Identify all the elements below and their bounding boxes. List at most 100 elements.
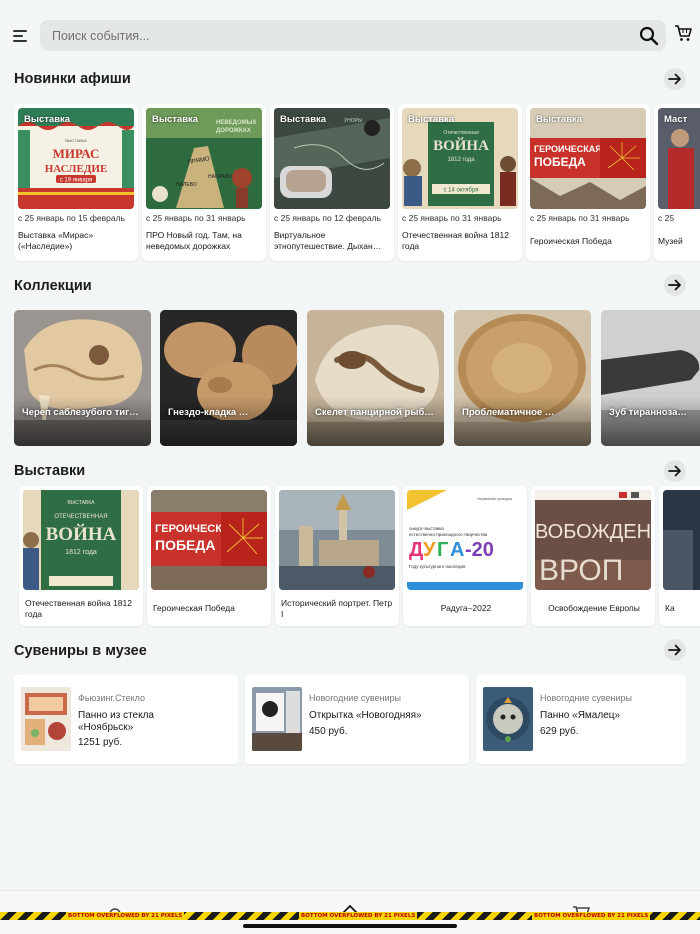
section-title-afisha: Новинки афиши xyxy=(14,71,131,87)
souvenir-name: Открытка «Новогодняя» xyxy=(309,710,422,721)
svg-text:1812 года: 1812 года xyxy=(447,157,475,163)
svg-text:ВОЙНА: ВОЙНА xyxy=(46,523,117,545)
event-card[interactable]: НЕВЕДОМЫХ ДОРОЖКАХ ПРЯМО НАЛЕВО НАПРАВО … xyxy=(142,104,266,261)
event-date: с 25 январь по 31 январь xyxy=(146,213,246,223)
exhibition-title: Исторический портрет. Петр I xyxy=(281,598,393,619)
event-badge: Выставка xyxy=(24,114,71,125)
event-card[interactable]: ВЫСТАВКА МИРАС НАСЛЕДИЕ с 19 января Выст… xyxy=(14,104,138,261)
event-card[interactable]: Отечественная ВОЙНА 1812 года с 14 октяб… xyxy=(398,104,522,261)
exhibition-card[interactable]: ВОБОЖДЕН ВРОП Освобождение Европы xyxy=(531,486,655,626)
event-poster: Отечественная ВОЙНА 1812 года с 14 октяб… xyxy=(402,108,518,209)
collections-carousel[interactable]: Череп саблезубого тиг… Гнездо-кладка … С… xyxy=(0,310,700,448)
event-poster: УНОРЫ Выставка xyxy=(274,108,390,209)
afisha-carousel[interactable]: ВЫСТАВКА МИРАС НАСЛЕДИЕ с 19 января Выст… xyxy=(0,104,700,264)
afisha-more-button[interactable] xyxy=(664,68,686,90)
exhibitions-carousel[interactable]: ВЫСТАВКА ОТЕЧЕСТВЕННАЯ ВОЙНА 1812 года О… xyxy=(0,486,700,628)
souvenir-name: Панно из стекла «Ноябрьск» xyxy=(78,710,154,733)
status-bar xyxy=(0,0,700,14)
event-badge: Выставка xyxy=(152,114,199,125)
event-date: с 25 январь по 31 январь xyxy=(530,213,630,223)
souvenir-card[interactable]: Новогодние сувениры Панно «Ямалец» 629 р… xyxy=(476,675,686,764)
exhibition-title: Героическая Победа xyxy=(153,603,235,613)
svg-text:ПОБЕДА: ПОБЕДА xyxy=(155,537,215,553)
event-date: с 25 январь по 12 февраль xyxy=(274,213,381,223)
search-bar xyxy=(40,20,666,51)
svg-text:НАЛЕВО: НАЛЕВО xyxy=(176,182,197,188)
exhibition-card[interactable]: Исторический портрет. Петр I xyxy=(275,486,399,626)
event-card[interactable]: УНОРЫ Выставка с 25 январь по 12 февраль… xyxy=(270,104,394,261)
cart-icon[interactable] xyxy=(674,24,692,42)
svg-text:Году культурного наследия: Году культурного наследия xyxy=(409,564,466,569)
overflow-warning-text: BOTTOM OVERFLOWED BY 21 PIXELS xyxy=(66,912,185,920)
svg-text:НЕВЕДОМЫХ: НЕВЕДОМЫХ xyxy=(216,120,257,126)
search-input[interactable] xyxy=(52,20,612,51)
menu-icon[interactable] xyxy=(10,25,32,47)
exhibition-card[interactable]: ГЕРОИЧЕСКАЯ ПОБЕДА Героическая Победа xyxy=(147,486,271,626)
souvenirs-more-button[interactable] xyxy=(664,639,686,661)
svg-text:ВЫСТАВКА: ВЫСТАВКА xyxy=(65,138,87,143)
svg-text:ВОЙНА: ВОЙНА xyxy=(433,137,489,154)
exhibition-title: Освобождение Европы xyxy=(548,603,640,613)
svg-text:ДОРОЖКАХ: ДОРОЖКАХ xyxy=(216,128,251,134)
svg-text:Г: Г xyxy=(437,539,448,561)
event-badge: Маст xyxy=(664,114,688,125)
event-title: Героическая Победа xyxy=(530,236,612,246)
exhibition-poster xyxy=(279,490,395,590)
souvenir-price: 1251 руб. xyxy=(78,737,123,748)
event-card[interactable]: ГЕРОИЧЕСКАЯ ПОБЕДА Выставка с 25 январь … xyxy=(526,104,650,261)
arrow-right-icon xyxy=(668,73,681,85)
exhibition-poster: ВОБОЖДЕН ВРОП xyxy=(535,490,651,590)
collection-card[interactable]: Проблематичное … xyxy=(454,310,591,446)
event-title: ПРО Новый год. Там, на неведомых дорожка… xyxy=(146,230,242,251)
collection-card[interactable]: Скелет панцирной рыб… xyxy=(307,310,444,446)
exhibition-poster: Управление культуры онкурс-выставка есте… xyxy=(407,490,523,590)
arrow-right-icon xyxy=(668,465,681,477)
section-title-souvenirs: Сувениры в музее xyxy=(14,643,147,659)
collection-label: Скелет панцирной рыб… xyxy=(315,407,434,418)
svg-text:Отечественная: Отечественная xyxy=(443,130,479,136)
exhibition-poster xyxy=(663,490,700,590)
svg-text:У: У xyxy=(423,539,436,561)
souvenir-card[interactable]: Фьюзинг.Стекло Панно из стекла «Ноябрьск… xyxy=(14,675,238,764)
svg-text:Д: Д xyxy=(409,539,423,561)
svg-text:естественно-прикладного творче: естественно-прикладного творчества xyxy=(409,532,488,537)
event-date: с 25 xyxy=(658,213,675,223)
souvenir-name: Панно «Ямалец» xyxy=(540,710,621,721)
svg-text:НАСЛЕДИЕ: НАСЛЕДИЕ xyxy=(45,163,108,175)
svg-text:МИРАС: МИРАС xyxy=(53,146,100,161)
svg-text:с 14 октября: с 14 октября xyxy=(444,188,479,194)
collection-label: Зуб тиранноза… xyxy=(609,407,687,418)
souvenir-price: 450 руб. xyxy=(309,726,348,737)
souvenir-image xyxy=(252,687,302,751)
svg-text:НАПРАВО: НАПРАВО xyxy=(208,174,232,180)
svg-text:ВРОП: ВРОП xyxy=(539,554,623,587)
exhibitions-more-button[interactable] xyxy=(664,460,686,482)
souvenir-image xyxy=(21,687,71,751)
event-card[interactable]: Маст с 25 Музей xyxy=(654,104,700,261)
overflow-warning-text: BOTTOM OVERFLOWED BY 21 PIXELS xyxy=(532,912,651,920)
arrow-right-icon xyxy=(668,279,681,291)
event-title: Отечественная война 1812 года xyxy=(402,230,509,251)
exhibition-card[interactable]: ВЫСТАВКА ОТЕЧЕСТВЕННАЯ ВОЙНА 1812 года О… xyxy=(19,486,143,626)
event-badge: Выставка xyxy=(408,114,455,125)
exhibition-card[interactable]: Ка xyxy=(659,486,700,626)
svg-text:УНОРЫ: УНОРЫ xyxy=(344,118,363,124)
souvenir-card[interactable]: Новогодние сувениры Открытка «Новогодняя… xyxy=(245,675,469,764)
search-icon[interactable] xyxy=(639,26,659,46)
collections-more-button[interactable] xyxy=(664,274,686,296)
svg-text:ГЕРОИЧЕСКАЯ: ГЕРОИЧЕСКАЯ xyxy=(534,144,602,154)
arrow-right-icon xyxy=(668,644,681,656)
exhibition-card[interactable]: Управление культуры онкурс-выставка есте… xyxy=(403,486,527,626)
souvenir-category: Новогодние сувениры xyxy=(309,693,401,703)
section-title-exhibitions: Выставки xyxy=(14,463,86,479)
event-badge: Выставка xyxy=(280,114,327,125)
exhibition-title: Радуга–2022 xyxy=(440,603,492,613)
collection-card[interactable]: Череп саблезубого тиг… xyxy=(14,310,151,446)
exhibition-poster: ГЕРОИЧЕСКАЯ ПОБЕДА xyxy=(151,490,267,590)
event-date: с 25 январь по 31 январь xyxy=(402,213,502,223)
collection-card[interactable]: Зуб тиранноза… xyxy=(601,310,700,446)
souvenir-image xyxy=(483,687,533,751)
collection-card[interactable]: Гнездо-кладка … xyxy=(160,310,297,446)
souvenir-category: Новогодние сувениры xyxy=(540,693,632,703)
souvenir-price: 629 руб. xyxy=(540,726,579,737)
